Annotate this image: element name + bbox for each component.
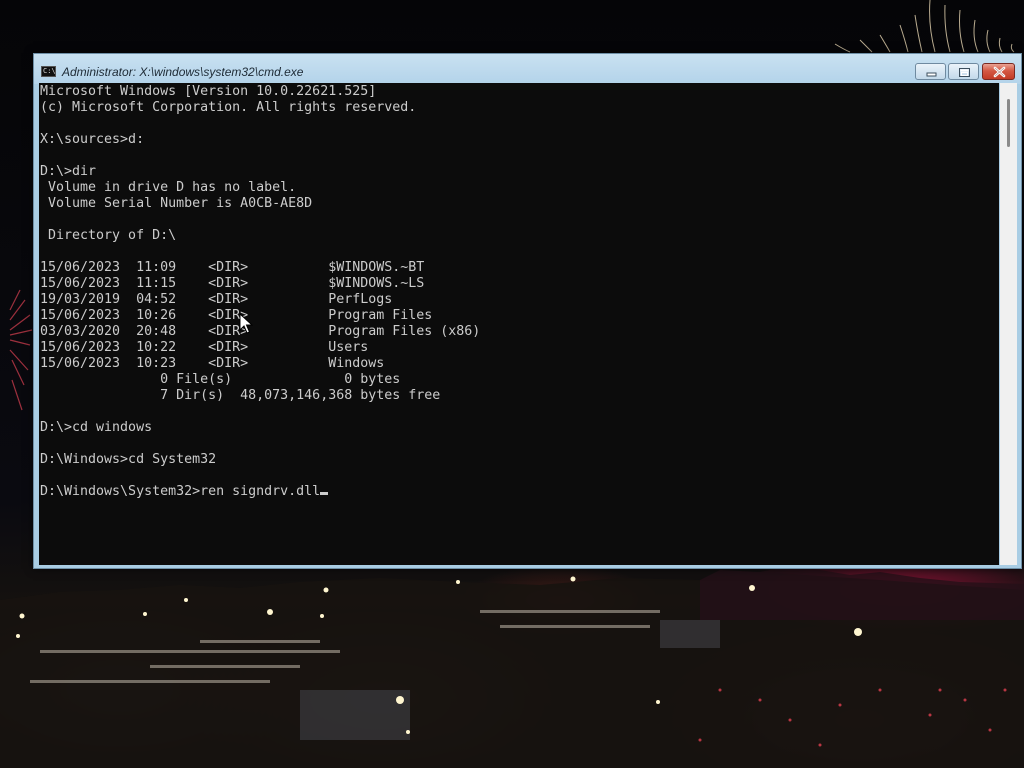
maximize-button[interactable] (948, 63, 979, 80)
minimize-icon (926, 72, 937, 77)
console-line: Microsoft Windows [Version 10.0.22621.52… (40, 84, 377, 99)
scrollbar-thumb[interactable] (1007, 99, 1010, 147)
console-line: 19/03/2019 04:52 <DIR> PerfLogs (40, 292, 393, 307)
vertical-scrollbar[interactable] (1000, 83, 1017, 565)
console-line: 15/06/2023 10:23 <DIR> Windows (40, 356, 385, 371)
building (300, 690, 410, 740)
mouse-pointer-icon (239, 313, 253, 334)
console-line: 7 Dir(s) 48,073,146,368 bytes free (40, 388, 441, 403)
minimize-button[interactable] (915, 63, 946, 80)
console-line: 15/06/2023 10:22 <DIR> Users (40, 340, 369, 355)
firework-burst (834, 0, 1015, 53)
console-prompt: D:\Windows\System32> (40, 484, 201, 499)
console-line: Directory of D:\ (40, 228, 177, 243)
console-text: Microsoft Windows [Version 10.0.22621.52… (40, 84, 480, 500)
firework-left (9, 289, 33, 411)
text-cursor (320, 492, 329, 495)
console-line: 15/06/2023 11:15 <DIR> $WINDOWS.~LS (40, 276, 425, 291)
console-line: 15/06/2023 10:26 <DIR> Program Files (40, 308, 433, 323)
console-line: Volume Serial Number is A0CB-AE8D (40, 196, 313, 211)
maximize-icon (959, 68, 970, 77)
console-line: D:\Windows>cd System32 (40, 452, 217, 467)
console-line: D:\>cd windows (40, 420, 153, 435)
console-line: 0 File(s) 0 bytes (40, 372, 401, 387)
console-input[interactable]: ren signdrv.dll (200, 484, 320, 499)
title-bar[interactable]: C:\ Administrator: X:\windows\system32\c… (34, 54, 1021, 84)
close-icon (993, 66, 1006, 78)
console-line: D:\>dir (40, 164, 97, 179)
close-button[interactable] (982, 63, 1015, 80)
console-line: X:\sources>d: (40, 132, 145, 147)
window-title: Administrator: X:\windows\system32\cmd.e… (62, 65, 304, 79)
console-line: 03/03/2020 20:48 <DIR> Program Files (x8… (40, 324, 481, 339)
console-line: 15/06/2023 11:09 <DIR> $WINDOWS.~BT (40, 260, 425, 275)
cmd-window[interactable]: C:\ Administrator: X:\windows\system32\c… (33, 53, 1022, 569)
console-output[interactable]: Microsoft Windows [Version 10.0.22621.52… (39, 83, 999, 565)
cmd-icon[interactable]: C:\ (41, 66, 56, 77)
console-line: (c) Microsoft Corporation. All rights re… (40, 100, 417, 115)
console-line: Volume in drive D has no label. (40, 180, 297, 195)
